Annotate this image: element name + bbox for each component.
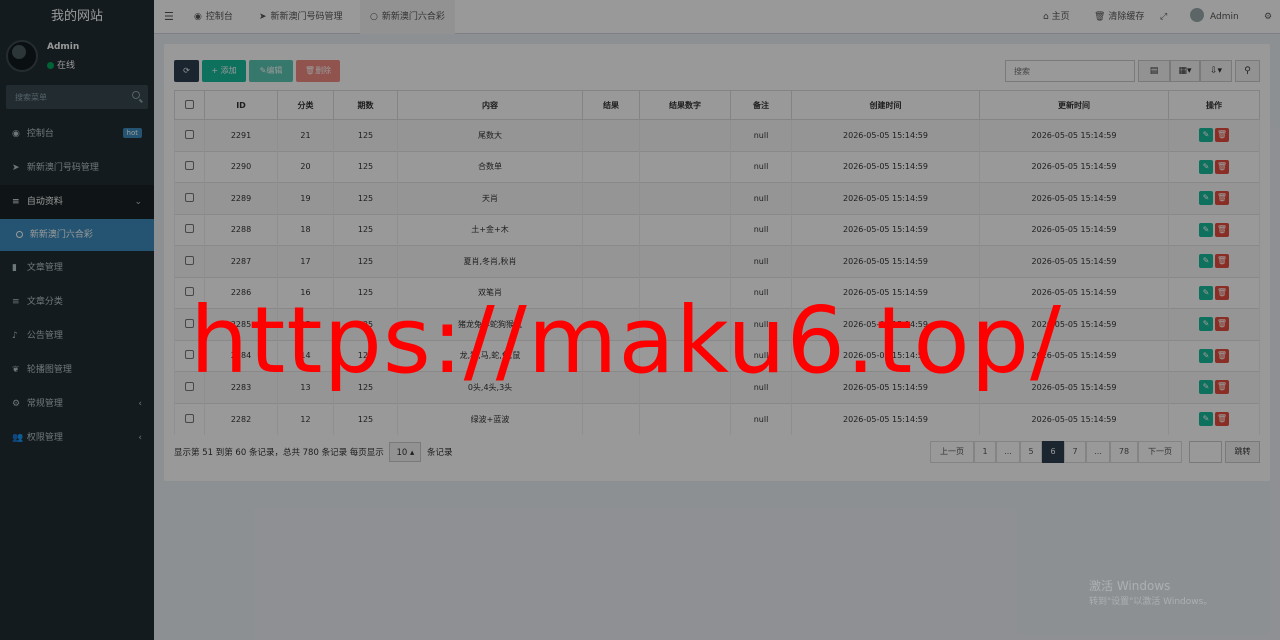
watermark-text: https://maku6.top/ [190,287,1063,394]
windows-activation-subtitle: 转到"设置"以激活 Windows。 [1089,597,1213,607]
windows-activation-title: 激活 Windows [1089,579,1171,593]
windows-activation-notice: 激活 Windows 转到"设置"以激活 Windows。 [1089,578,1212,610]
